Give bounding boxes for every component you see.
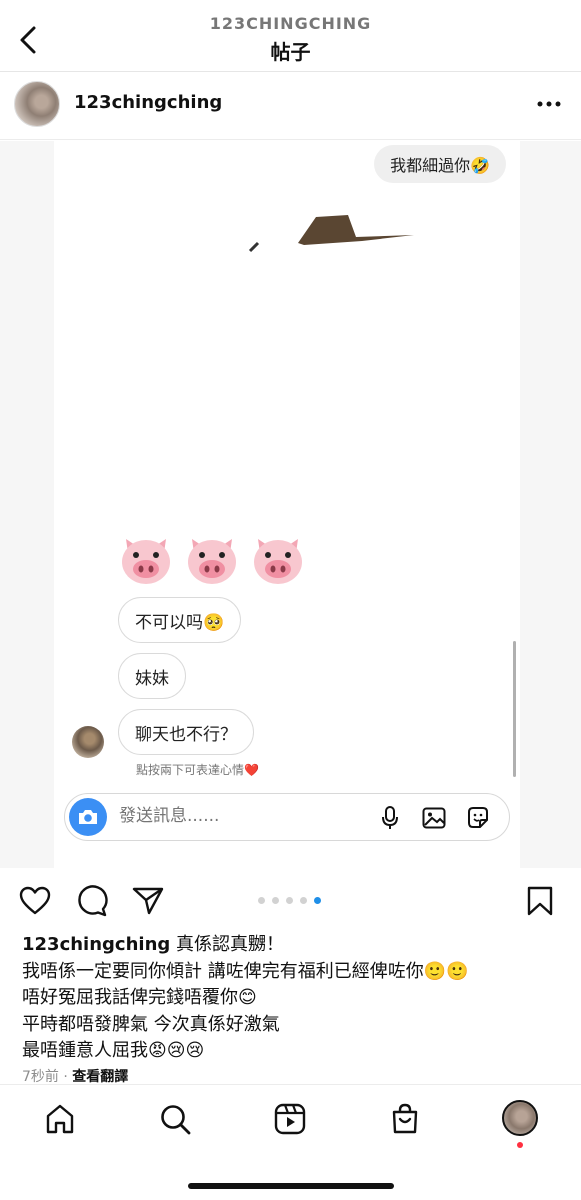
caption-line: 123chingching 真係認真嬲！: [22, 932, 562, 959]
save-button[interactable]: [523, 884, 557, 918]
camera-button: [69, 798, 107, 836]
bottom-navigation: [0, 1084, 581, 1200]
heart-icon: [19, 886, 51, 915]
more-options-button[interactable]: [537, 92, 561, 116]
post-username[interactable]: 123chingching: [74, 92, 222, 113]
carousel-dot: [272, 897, 279, 904]
share-button[interactable]: [131, 884, 165, 918]
carousel-indicator: [258, 897, 321, 904]
home-icon: [46, 1104, 74, 1134]
received-message-bubble: 不可以吗🥺: [118, 597, 242, 643]
comment-icon: [78, 885, 108, 917]
caption-text: 真係認真嬲！: [170, 934, 285, 955]
post-actions: [0, 878, 581, 924]
shopping-bag-icon: [392, 1103, 418, 1134]
search-icon: [161, 1105, 191, 1135]
reels-icon: [274, 1103, 306, 1135]
chat-screenshot: 我都細過你🤣 不可以吗🥺 妹妹 聊天也不行？ 點按兩下可表達心情❤️ 發送訊息.…: [54, 141, 520, 868]
see-translation-link[interactable]: 查看翻譯: [72, 1069, 128, 1085]
camera-icon: [79, 810, 97, 824]
pig-emoji: [184, 531, 240, 587]
meta-separator: ·: [63, 1069, 68, 1085]
like-button[interactable]: [18, 884, 52, 918]
received-message-bubble: 妹妹: [118, 653, 186, 699]
caption-line: 我唔係一定要同你傾計 講咗俾完有福利已經俾咗你🙂🙂: [22, 960, 469, 982]
post-meta: 7秒前 · 查看翻譯: [22, 1066, 128, 1086]
carousel-dot: [258, 897, 265, 904]
more-horizontal-icon: [537, 101, 561, 107]
post-image[interactable]: 我都細過你🤣 不可以吗🥺 妹妹 聊天也不行？ 點按兩下可表達心情❤️ 發送訊息.…: [0, 141, 581, 868]
comment-button[interactable]: [75, 884, 109, 918]
received-message-bubble: 聊天也不行？: [118, 709, 254, 755]
caption-username[interactable]: 123chingching: [22, 934, 170, 955]
post-caption: 123chingching 真係認真嬲！ 我唔係一定要同你傾計 講咗俾完有福利已…: [22, 932, 562, 1065]
bookmark-icon: [527, 886, 553, 916]
gallery-icon: [421, 805, 447, 831]
avatar[interactable]: [14, 81, 60, 127]
notification-dot: [517, 1142, 523, 1148]
carousel-dot: [300, 897, 307, 904]
redaction-scribble: [248, 215, 414, 253]
caption-line: 唔好冤屈我話俾完錢唔覆你😊: [22, 987, 257, 1008]
sent-message-bubble: 我都細過你🤣: [374, 145, 506, 183]
pig-emoji-row: [118, 531, 306, 587]
sticker-icon: [465, 805, 491, 831]
microphone-icon: [377, 805, 403, 831]
caption-line: 平時都唔發脾氣 今次真係好激氣: [22, 1013, 280, 1035]
tab-reels[interactable]: [270, 1099, 310, 1139]
tab-home[interactable]: [40, 1099, 80, 1139]
carousel-dot: [286, 897, 293, 904]
post-timestamp: 7秒前: [22, 1069, 59, 1085]
pig-emoji: [118, 531, 174, 587]
top-navigation: 123CHINGCHING 帖子: [0, 0, 581, 72]
reaction-hint: 點按兩下可表達心情❤️: [136, 763, 259, 777]
scrollbar: [513, 641, 516, 777]
caption-line: 最唔鍾意人屈我😡😢😢: [22, 1040, 205, 1061]
post-header: 123chingching: [0, 72, 581, 140]
message-input: [119, 806, 319, 826]
carousel-dot: [314, 897, 321, 904]
home-indicator: [188, 1183, 394, 1189]
tab-search[interactable]: [155, 1099, 195, 1139]
tab-shop[interactable]: [385, 1099, 425, 1139]
pig-emoji: [250, 531, 306, 587]
chat-avatar: [72, 726, 104, 758]
send-icon: [132, 887, 164, 915]
account-name: 123CHINGCHING: [209, 14, 372, 33]
message-composer: [64, 793, 510, 841]
page-title: 帖子: [270, 40, 311, 64]
tab-profile[interactable]: [502, 1100, 538, 1136]
